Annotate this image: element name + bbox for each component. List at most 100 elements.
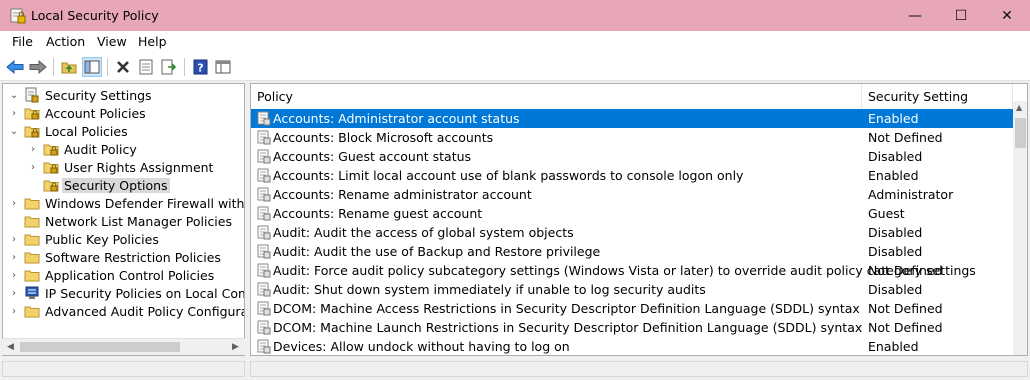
scroll-left-icon[interactable]: ◀ bbox=[7, 342, 14, 352]
close-button[interactable]: ✕ bbox=[984, 0, 1030, 31]
table-row[interactable]: Accounts: Block Microsoft accounts Not De… bbox=[251, 128, 1013, 147]
properties-button[interactable] bbox=[136, 57, 156, 77]
expand-right-icon[interactable]: › bbox=[7, 198, 21, 209]
security-setting-value: Enabled bbox=[868, 111, 919, 126]
export-list-button[interactable] bbox=[159, 57, 179, 77]
policy-item-icon bbox=[257, 206, 271, 221]
tree-horizontal-scrollbar[interactable]: ◀ ▶ bbox=[2, 338, 245, 355]
tree-item-label: Account Policies bbox=[45, 105, 146, 121]
table-row[interactable]: DCOM: Machine Access Restrictions in Sec… bbox=[251, 299, 1013, 318]
forward-arrow-icon bbox=[29, 60, 47, 74]
policy-name: Devices: Allow undock without having to … bbox=[273, 339, 570, 354]
tree-item[interactable]: › Public Key Policies bbox=[7, 230, 161, 248]
table-row[interactable]: DCOM: Machine Launch Restrictions in Sec… bbox=[251, 318, 1013, 337]
policy-item-icon bbox=[257, 320, 271, 335]
tree-item[interactable]: › Application Control Policies bbox=[7, 266, 216, 284]
tree-item[interactable]: › User Rights Assignment bbox=[26, 158, 215, 176]
folder-lock-icon bbox=[24, 108, 40, 120]
show-hide-tree-icon bbox=[84, 60, 100, 74]
folder-lock-icon bbox=[43, 144, 59, 156]
expand-right-icon[interactable]: › bbox=[26, 144, 40, 155]
policy-item-icon bbox=[257, 263, 271, 278]
security-setting-value: Guest bbox=[868, 206, 905, 221]
tree-item[interactable]: › IP Security Policies on Local Compute bbox=[7, 284, 244, 302]
toolbar: ? bbox=[0, 53, 1030, 81]
scrollbar-thumb[interactable] bbox=[1015, 118, 1026, 148]
table-row[interactable]: Audit: Audit the use of Backup and Resto… bbox=[251, 242, 1013, 261]
table-row[interactable]: Audit: Audit the access of global system… bbox=[251, 223, 1013, 242]
tree-item[interactable]: › Windows Defender Firewall with Adva bbox=[7, 194, 244, 212]
table-row[interactable]: Audit: Force audit policy subcategory se… bbox=[251, 261, 1013, 280]
tree-item-label: User Rights Assignment bbox=[64, 159, 214, 175]
security-setting-value: Enabled bbox=[868, 339, 919, 354]
column-header-security-setting[interactable]: Security Setting bbox=[862, 84, 1013, 109]
scroll-right-icon[interactable]: ▶ bbox=[232, 342, 239, 352]
security-setting-value: Disabled bbox=[868, 149, 923, 164]
table-row[interactable]: Accounts: Rename guest account Guest bbox=[251, 204, 1013, 223]
back-button[interactable] bbox=[5, 57, 25, 77]
expand-down-icon[interactable]: ⌄ bbox=[7, 90, 21, 101]
column-header-policy[interactable]: Policy ^ bbox=[251, 84, 862, 109]
sort-ascending-icon: ^ bbox=[553, 83, 562, 91]
status-cell bbox=[2, 361, 245, 377]
scrollbar-thumb[interactable] bbox=[20, 342, 180, 352]
minimize-button[interactable]: — bbox=[892, 0, 938, 31]
expand-right-icon[interactable]: › bbox=[7, 288, 21, 299]
up-one-level-button[interactable] bbox=[59, 57, 79, 77]
tree-item[interactable]: › Account Policies bbox=[7, 104, 148, 122]
table-row[interactable]: Accounts: Administrator account status En… bbox=[251, 109, 1013, 128]
expand-right-icon[interactable]: › bbox=[7, 108, 21, 119]
expand-right-icon[interactable]: › bbox=[26, 162, 40, 173]
console-view-button[interactable] bbox=[213, 57, 233, 77]
tree-item[interactable]: Security Options bbox=[26, 176, 170, 194]
close-icon: ✕ bbox=[1001, 7, 1013, 24]
tree-item[interactable]: › Audit Policy bbox=[26, 140, 139, 158]
policy-item-icon bbox=[257, 301, 271, 316]
policy-name: Accounts: Rename guest account bbox=[273, 206, 483, 221]
expand-right-icon[interactable]: › bbox=[7, 252, 21, 263]
menu-view[interactable]: View bbox=[97, 34, 127, 49]
policy-item-icon bbox=[257, 168, 271, 183]
menu-help[interactable]: Help bbox=[138, 34, 167, 49]
delete-icon bbox=[117, 61, 129, 73]
policy-item-icon bbox=[257, 149, 271, 164]
table-row[interactable]: Accounts: Rename administrator account Ad… bbox=[251, 185, 1013, 204]
menu-action[interactable]: Action bbox=[46, 34, 85, 49]
tree-item[interactable]: › Software Restriction Policies bbox=[7, 248, 223, 266]
table-row[interactable]: Devices: Allow undock without having to … bbox=[251, 337, 1013, 355]
forward-button[interactable] bbox=[28, 57, 48, 77]
show-hide-tree-button[interactable] bbox=[82, 57, 102, 77]
expand-right-icon[interactable]: › bbox=[7, 270, 21, 281]
folder-icon bbox=[24, 252, 40, 264]
help-button[interactable]: ? bbox=[190, 57, 210, 77]
policy-item-icon bbox=[257, 130, 271, 145]
maximize-icon: ☐ bbox=[954, 7, 968, 24]
expand-down-icon[interactable]: ⌄ bbox=[7, 126, 21, 137]
tree-item[interactable]: ⌄ Local Policies bbox=[7, 122, 130, 140]
scroll-up-icon[interactable]: ▲ bbox=[1016, 103, 1022, 112]
policy-name: DCOM: Machine Access Restrictions in Sec… bbox=[273, 301, 860, 316]
table-row[interactable]: Audit: Shut down system immediately if u… bbox=[251, 280, 1013, 299]
tree-item-label: Advanced Audit Policy Configuration bbox=[45, 303, 244, 319]
folder-icon bbox=[24, 270, 40, 282]
security-setting-value: Not Defined bbox=[868, 263, 943, 278]
policy-list[interactable]: Policy ^ Security Setting Accounts: Admi… bbox=[250, 83, 1028, 356]
policy-name: Accounts: Rename administrator account bbox=[273, 187, 532, 202]
tree-item-label: Public Key Policies bbox=[45, 231, 159, 247]
security-setting-value: Not Defined bbox=[868, 130, 943, 145]
tree-item[interactable]: Network List Manager Policies bbox=[7, 212, 234, 230]
menu-file[interactable]: File bbox=[12, 34, 33, 49]
maximize-button[interactable]: ☐ bbox=[938, 0, 984, 31]
title-bar[interactable]: Local Security Policy — ☐ ✕ bbox=[0, 0, 1030, 31]
toolbar-separator bbox=[53, 58, 54, 76]
list-vertical-scrollbar[interactable]: ▲ bbox=[1013, 101, 1027, 355]
tree-item-label: Network List Manager Policies bbox=[45, 213, 232, 229]
tree-item[interactable]: › Advanced Audit Policy Configuration bbox=[7, 302, 244, 320]
delete-button[interactable] bbox=[113, 57, 133, 77]
table-row[interactable]: Accounts: Guest account status Disabled bbox=[251, 147, 1013, 166]
expand-right-icon[interactable]: › bbox=[7, 306, 21, 317]
expand-right-icon[interactable]: › bbox=[7, 234, 21, 245]
tree-item[interactable]: ⌄ Security Settings bbox=[7, 86, 154, 104]
console-tree[interactable]: ⌄ Security Settings › Account Policies ⌄ Loca… bbox=[2, 83, 245, 356]
table-row[interactable]: Accounts: Limit local account use of bla… bbox=[251, 166, 1013, 185]
